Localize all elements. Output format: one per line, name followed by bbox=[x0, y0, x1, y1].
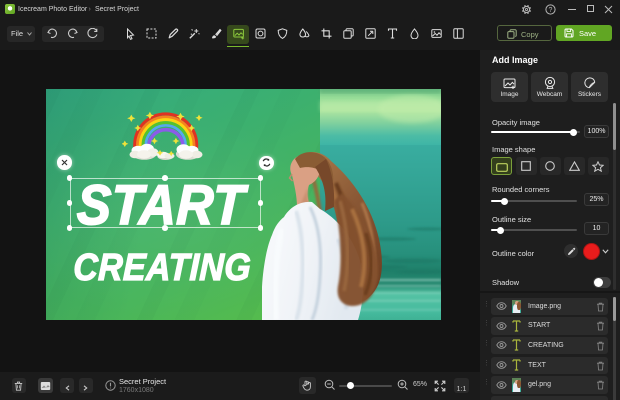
svg-text:?: ? bbox=[549, 7, 553, 14]
